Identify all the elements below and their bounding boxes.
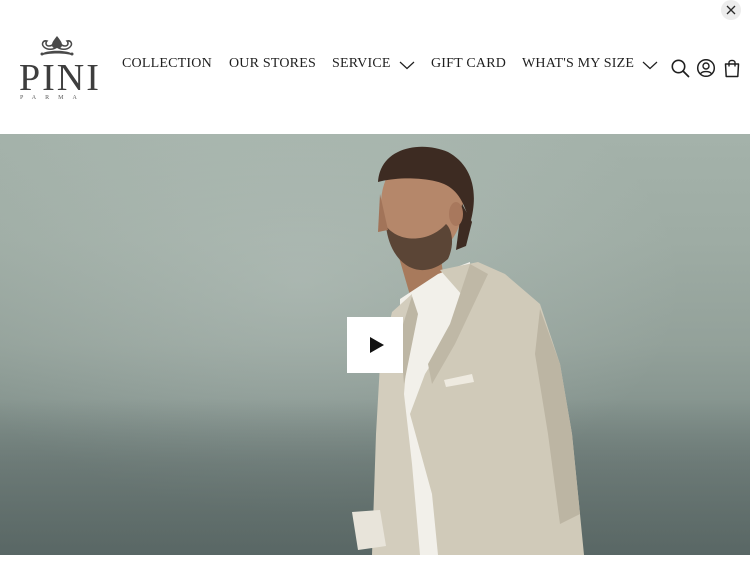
close-icon [726, 5, 736, 15]
nav-item-our-stores[interactable]: OUR STORES [229, 56, 316, 72]
nav-item-gift-card[interactable]: GIFT CARD [431, 56, 506, 72]
account-button[interactable] [696, 58, 716, 78]
search-icon [671, 59, 690, 78]
cart-icon [724, 59, 740, 78]
account-icon [696, 58, 716, 78]
play-button[interactable] [347, 317, 403, 373]
play-icon [369, 337, 384, 353]
nav-item-label: WHAT'S MY SIZE [522, 56, 635, 71]
nav-item-whats-my-size[interactable]: WHAT'S MY SIZE [522, 56, 658, 72]
search-button[interactable] [670, 58, 690, 78]
brand-wordmark: PINI [19, 57, 101, 99]
nav-item-label: OUR STORES [229, 56, 316, 71]
nav-item-label: COLLECTION [122, 56, 212, 71]
nav-item-collection[interactable]: COLLECTION [122, 56, 212, 72]
site-header: PINI PARMA COLLECTION OUR STORES SERVICE… [0, 0, 750, 134]
close-button[interactable] [721, 0, 741, 20]
page-below-hero [0, 555, 750, 563]
brand-logo[interactable]: PINI PARMA [18, 34, 101, 104]
nav-item-service[interactable]: SERVICE [332, 56, 415, 72]
nav-item-label: GIFT CARD [431, 56, 507, 71]
chevron-down-icon [399, 61, 415, 70]
nav-item-label: SERVICE [332, 56, 391, 71]
chevron-down-icon [642, 61, 658, 70]
brand-subtitle: PARMA [20, 95, 86, 101]
hero-video[interactable] [0, 134, 750, 555]
cart-button[interactable] [722, 58, 742, 78]
